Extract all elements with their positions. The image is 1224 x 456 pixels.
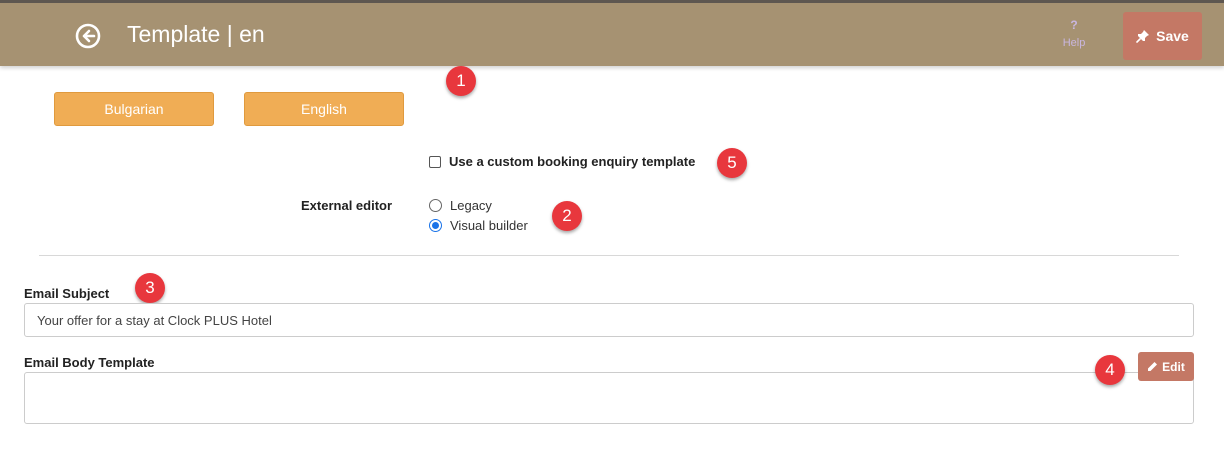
annotation-marker-2: 2	[552, 201, 582, 231]
email-body-box[interactable]	[24, 372, 1194, 424]
annotation-marker-1: 1	[446, 66, 476, 96]
divider	[39, 255, 1179, 256]
radio-visual-builder-label: Visual builder	[450, 218, 528, 233]
language-button-english[interactable]: English	[244, 92, 404, 126]
back-arrow-icon	[75, 23, 101, 49]
radio-visual-builder[interactable]: Visual builder	[429, 218, 528, 233]
pin-icon	[1136, 30, 1150, 43]
annotation-marker-3: 3	[135, 273, 165, 303]
email-subject-input[interactable]	[24, 303, 1194, 337]
radio-legacy-input[interactable]	[429, 199, 442, 212]
page-title: Template | en	[127, 21, 265, 47]
email-subject-label: Email Subject	[24, 286, 110, 301]
save-button[interactable]: Save	[1123, 12, 1202, 60]
help-button[interactable]: ? Help	[1054, 18, 1094, 49]
email-body-label: Email Body Template	[24, 355, 155, 370]
help-icon: ?	[1070, 18, 1078, 32]
back-button[interactable]	[75, 23, 101, 49]
custom-template-checkbox-row[interactable]: Use a custom booking enquiry template	[429, 154, 695, 169]
help-label: Help	[1062, 37, 1086, 49]
save-label: Save	[1156, 28, 1189, 44]
edit-button[interactable]: Edit	[1138, 352, 1194, 381]
radio-legacy-label: Legacy	[450, 198, 492, 213]
annotation-marker-4: 4	[1095, 355, 1125, 385]
language-button-bulgarian[interactable]: Bulgarian	[54, 92, 214, 126]
edit-label: Edit	[1162, 359, 1185, 374]
radio-visual-builder-input[interactable]	[429, 219, 442, 232]
pencil-icon	[1148, 362, 1158, 371]
top-bar: Template | en ? Help Save	[0, 0, 1224, 66]
external-editor-label: External editor	[301, 198, 393, 213]
radio-legacy[interactable]: Legacy	[429, 198, 492, 213]
custom-template-checkbox[interactable]	[429, 155, 441, 168]
custom-template-label: Use a custom booking enquiry template	[449, 154, 696, 169]
annotation-marker-5: 5	[717, 148, 747, 178]
